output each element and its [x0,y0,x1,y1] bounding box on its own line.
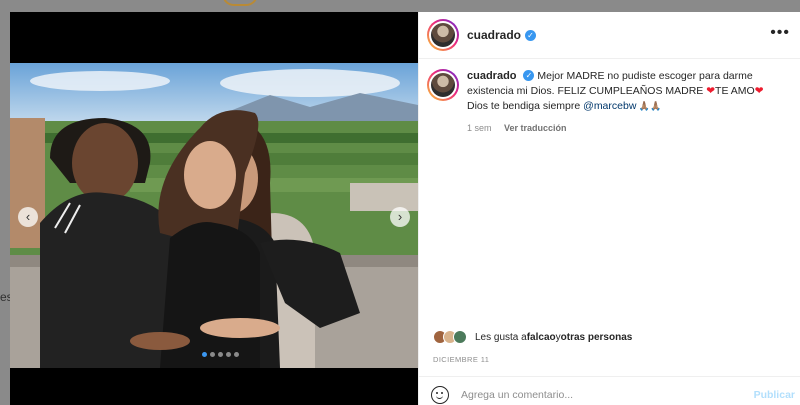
heart-icon: ❤ [706,85,716,97]
caption-text: cuadrado ✓ Mejor MADRE no pudiste escoge… [467,69,792,114]
liker-avatar [453,330,467,344]
comment-input[interactable] [461,388,711,401]
other-likers-link[interactable]: otras personas [561,332,633,343]
carousel-prev-button[interactable]: ‹ [18,207,38,227]
heart-icon-2: ❤ [754,85,764,97]
mention-link[interactable]: @marcebw [583,100,636,112]
caption-avatar[interactable] [427,69,459,101]
comment-bar: Publicar [419,376,800,405]
carousel-dot [210,352,215,357]
post-date: DICIEMBRE 11 [433,355,490,364]
post-author-username[interactable]: cuadrado [467,28,521,42]
caption-meta: 1 sem Ver traducción [467,121,792,136]
post-media: ‹ › [10,12,418,405]
post-sidebar: cuadrado ✓ ••• cuadrado ✓ Mejor MADRE no… [418,12,800,405]
avatar-image [431,23,455,47]
caption-username[interactable]: cuadrado [467,70,517,82]
carousel-dot [218,352,223,357]
carousel-dot [202,352,207,357]
likes-summary: Les gusta a falcao y otras personas [433,330,632,344]
liker-avatars[interactable] [433,330,467,344]
pray-emoji-icons: 🙏🏽🙏🏽 [636,101,662,111]
carousel-dot [226,352,231,357]
caption-te-amo: TE AMO [715,85,755,97]
likes-prefix: Les gusta a [475,331,527,343]
verified-badge-icon: ✓ [525,29,537,41]
caption-body: cuadrado ✓ Mejor MADRE no pudiste escoge… [467,69,792,136]
caption-verified-badge-icon: ✓ [523,70,535,81]
post-header: cuadrado ✓ ••• [419,12,800,59]
carousel-next-button[interactable]: › [390,207,410,227]
post-time-ago[interactable]: 1 sem [467,123,492,133]
carousel-dot [234,352,239,357]
backdrop-story-ring [222,0,258,6]
liker-username-link[interactable]: falcao [527,332,556,343]
emoji-picker-icon[interactable] [431,385,449,404]
publish-button[interactable]: Publicar [754,389,795,401]
caption-avatar-image [431,73,455,97]
caption-blessing: Dios te bendiga siempre [467,100,584,112]
photo-illustration [10,63,418,368]
avatar[interactable] [427,19,459,51]
post-photo[interactable] [10,63,418,368]
see-translation-link[interactable]: Ver traducción [504,123,567,133]
more-options-icon[interactable]: ••• [770,24,790,42]
post-modal: ‹ › cuadrado ✓ ••• cuadrado ✓ Mejor MADR… [10,12,800,405]
carousel-dots [202,352,239,357]
post-caption: cuadrado ✓ Mejor MADRE no pudiste escoge… [419,59,800,136]
